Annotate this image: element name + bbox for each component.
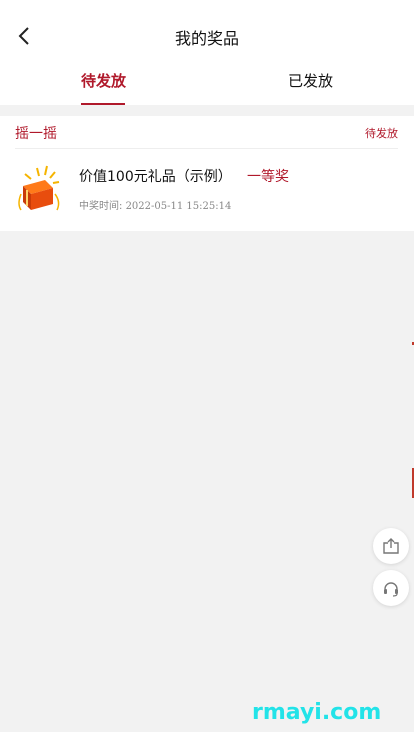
prize-card[interactable]: 摇一摇 待发放 价值100元礼品（示例） 一等奖 中奖时间: 2022-05-1… <box>0 116 414 231</box>
headset-icon <box>384 582 398 597</box>
prize-card-header: 摇一摇 待发放 <box>15 116 398 149</box>
prize-level: 一等奖 <box>247 169 289 185</box>
prize-time-value: 2022-05-11 15:25:14 <box>125 201 232 212</box>
gift-box-icon <box>18 165 60 211</box>
tab-bar: 待发放 已发放 <box>0 64 414 105</box>
tab-pending[interactable]: 待发放 <box>0 64 207 105</box>
prize-source: 摇一摇 <box>15 126 57 142</box>
share-icon <box>383 538 399 554</box>
tab-label: 已发放 <box>287 72 333 90</box>
prize-time-label: 中奖时间: <box>79 201 123 212</box>
customer-service-button[interactable] <box>373 570 409 606</box>
watermark: rmayi.com <box>252 700 382 725</box>
page-title: 我的奖品 <box>174 29 239 48</box>
tab-active-indicator <box>81 103 125 105</box>
status-badge: 待发放 <box>365 127 398 140</box>
share-button[interactable] <box>373 528 409 564</box>
prize-name: 价值100元礼品（示例） <box>79 169 232 185</box>
app-header: 我的奖品 待发放 已发放 <box>0 0 414 105</box>
tab-issued[interactable]: 已发放 <box>207 64 414 105</box>
prize-time: 中奖时间: 2022-05-11 15:25:14 <box>79 197 231 212</box>
tab-label: 待发放 <box>80 72 126 90</box>
